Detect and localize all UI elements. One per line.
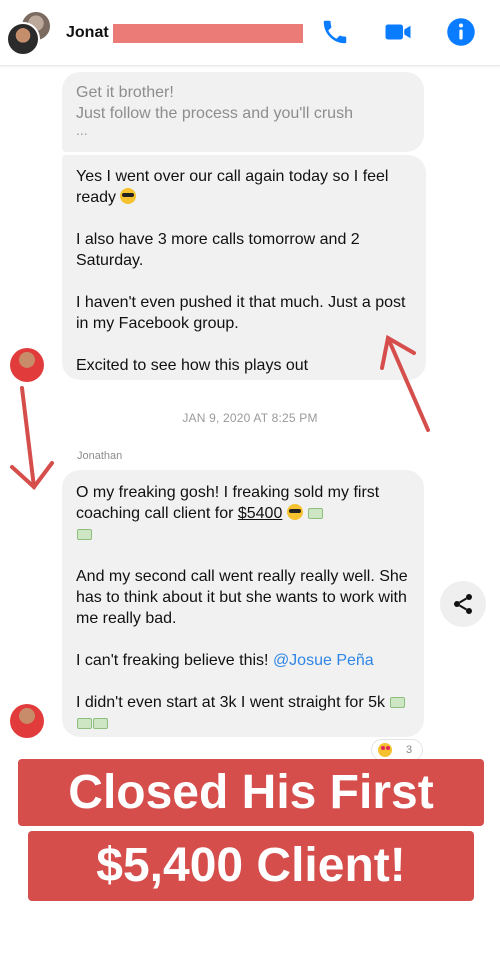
arrow-icon (10, 386, 54, 490)
money-emoji-icon (77, 529, 92, 540)
chat-header: Jonat (0, 0, 500, 66)
message-bubble-faded[interactable]: Get it brother! Just follow the process … (62, 72, 424, 152)
message-paragraph: I also have 3 more calls tomorrow and 2 … (76, 231, 360, 269)
heart-eyes-emoji-icon (378, 743, 392, 757)
contact-name[interactable]: Jonat (66, 24, 109, 42)
money-emoji-icon (93, 718, 108, 729)
message-paragraph: I didn't even start at 3k I went straigh… (76, 692, 410, 734)
sender-name: Jonathan (77, 450, 123, 462)
headline-banner: $5,400 Client! (28, 831, 474, 901)
message-paragraph: And my second call went really really we… (76, 568, 408, 627)
message-bubble[interactable]: O my freaking gosh! I freaking sold my f… (62, 470, 424, 737)
message-text: Just follow the process and you'll crush (76, 105, 353, 122)
share-icon (454, 594, 472, 614)
avatar[interactable] (10, 704, 44, 738)
message-paragraph: O my freaking gosh! I freaking sold my f… (76, 482, 410, 545)
mention-link[interactable]: @Josue Peña (273, 652, 374, 669)
sunglasses-emoji-icon (286, 504, 303, 520)
avatar[interactable] (10, 348, 44, 382)
reaction-badge[interactable]: 3 (371, 739, 423, 761)
money-emoji-icon (308, 508, 324, 519)
avatar (6, 22, 40, 56)
message-text: Get it brother! (76, 84, 174, 101)
phone-icon[interactable] (320, 17, 350, 47)
info-icon[interactable] (446, 17, 476, 47)
redaction-bar (113, 24, 303, 43)
amount-link[interactable]: $5400 (238, 505, 283, 522)
message-bubble[interactable]: Yes I went over our call again today so … (62, 155, 426, 380)
share-button[interactable] (440, 581, 486, 627)
headline-banner: Closed His First (18, 759, 484, 826)
message-paragraph: Yes I went over our call again today so … (76, 168, 389, 206)
money-emoji-icon (77, 718, 92, 729)
group-avatar[interactable] (6, 10, 52, 56)
video-camera-icon[interactable] (383, 17, 413, 47)
message-paragraph: I haven't even pushed it that much. Just… (76, 294, 406, 332)
truncation-dots: ... (76, 122, 88, 138)
message-paragraph: Excited to see how this plays out (76, 357, 309, 374)
reaction-count: 3 (406, 744, 413, 756)
money-emoji-icon (390, 697, 406, 708)
message-paragraph: I can't freaking believe this! @Josue Pe… (76, 652, 374, 669)
sunglasses-emoji-icon (120, 188, 137, 204)
timestamp: JAN 9, 2020 AT 8:25 PM (182, 411, 318, 425)
